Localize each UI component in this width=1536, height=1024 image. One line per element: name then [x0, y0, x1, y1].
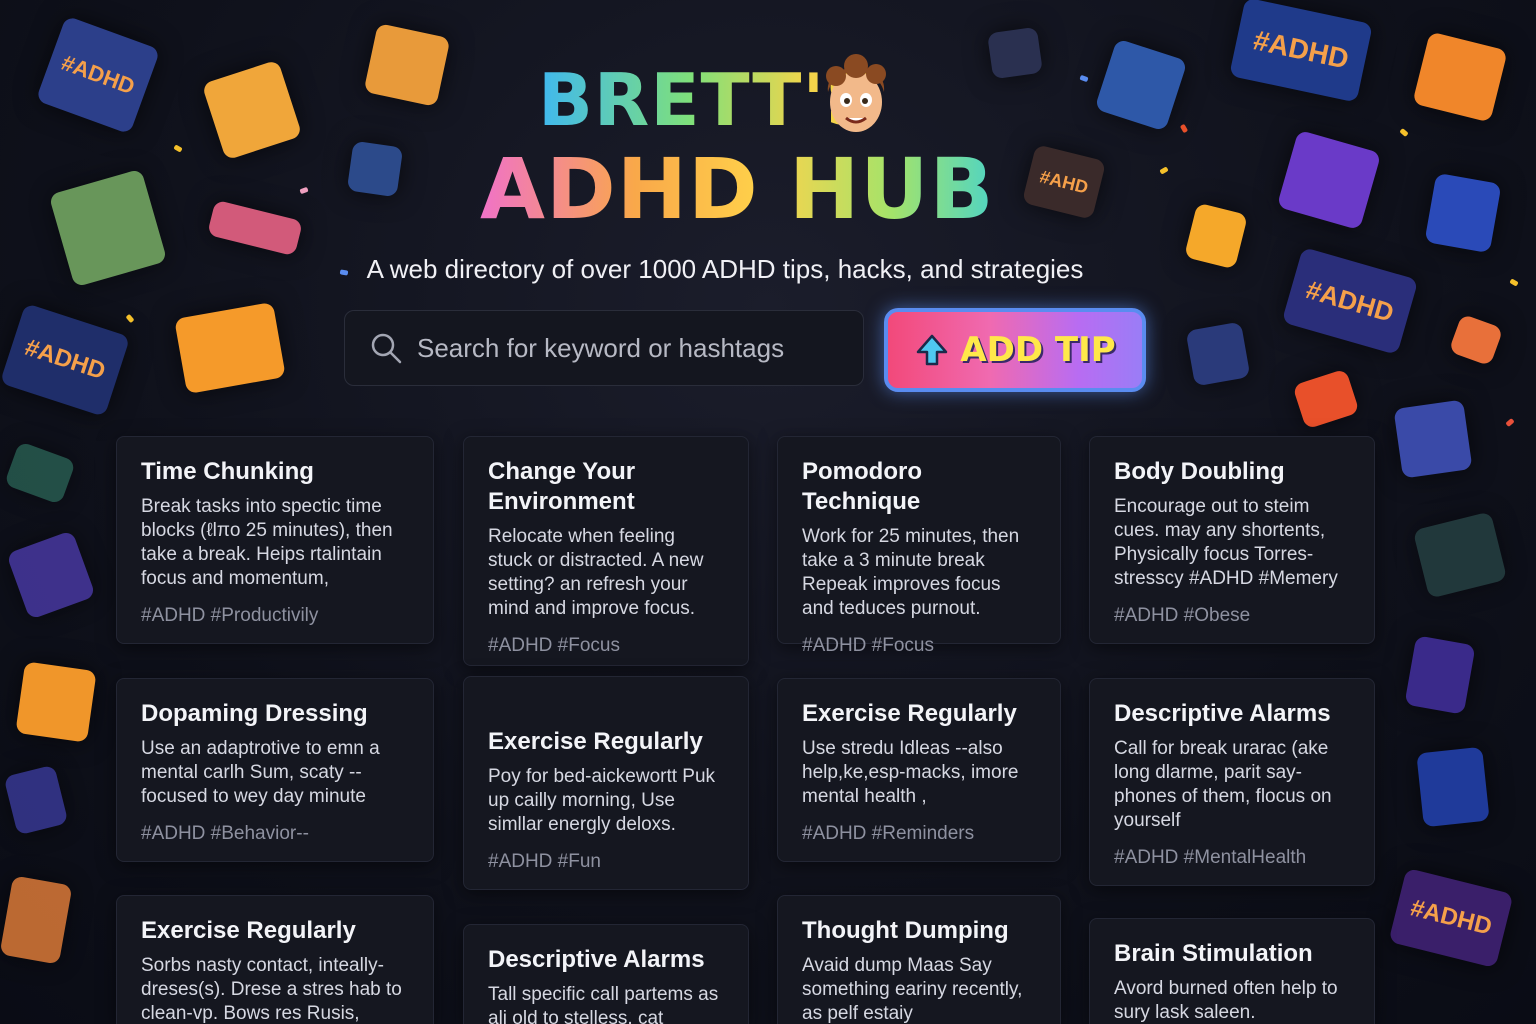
search-icon — [371, 333, 402, 364]
tip-title: Time Chunking — [141, 458, 314, 485]
tip-description: Encourage out to steim cues. may any sho… — [1114, 496, 1338, 589]
decor-tile — [3, 764, 69, 836]
decor-tag-tile: #ADHD — [35, 15, 161, 135]
decor-tile — [1185, 321, 1251, 387]
decor-tile — [1393, 399, 1473, 479]
tip-description: Avord burned often help to sury lask sal… — [1114, 978, 1338, 1023]
search-bar[interactable] — [344, 310, 864, 386]
tip-description: Use stredu Idleas --also help,ke,esp-mac… — [802, 738, 1019, 807]
decor-tag-tile: #AHD — [1021, 144, 1107, 220]
tip-title: Change Your Environment — [488, 458, 636, 515]
tip-card[interactable]: Brain Stimulation Avord burned often hel… — [1089, 918, 1375, 1024]
tip-card[interactable]: Thought Dumping Avaid dump Maas Say some… — [777, 895, 1061, 1024]
tip-title: Brain Stimulation — [1114, 940, 1313, 967]
add-tip-button[interactable]: ADD TIP — [884, 308, 1146, 392]
decor-tile — [1412, 511, 1508, 599]
decor-tile — [346, 140, 404, 198]
confetti — [299, 186, 309, 195]
decor-tag-tile: #ADHD — [1388, 867, 1514, 969]
tip-description: Break tasks into spectic time blocks (ℓl… — [141, 496, 393, 589]
tip-title: Dopaming Dressing — [141, 700, 368, 727]
tip-card[interactable]: Exercise Regularly Poy for bed-aickewort… — [463, 676, 749, 890]
tip-card[interactable]: Change Your Environment Relocate when fe… — [463, 436, 749, 666]
confetti — [1399, 128, 1409, 137]
decor-tag: #ADHD — [21, 333, 109, 386]
cartoon-avatar-icon — [826, 54, 886, 132]
decor-tile — [1094, 38, 1188, 132]
tip-description: Poy for bed-aickewortt Puk up cailly mor… — [488, 766, 716, 835]
tip-description: Sorbs nasty contact, inteally-dreses(s).… — [141, 955, 402, 1024]
tip-hashtags[interactable]: #ADHD #Fun — [488, 851, 724, 873]
confetti — [1505, 418, 1515, 427]
tip-title: Exercise Regularly — [141, 917, 356, 944]
decor-tile — [1448, 313, 1504, 367]
tip-hashtags[interactable]: #ADHD #Focus — [802, 635, 1036, 657]
confetti — [125, 313, 135, 324]
tip-card[interactable]: Pomodoro Technique Work for 25 minutes, … — [777, 436, 1061, 656]
tip-description: Tall specific call partems as ali old to… — [488, 984, 719, 1024]
decor-tag: #ADHD — [1407, 894, 1495, 941]
decor-tile — [15, 661, 97, 743]
logo-title-line2: ADHD HUB — [480, 140, 995, 238]
confetti — [1179, 123, 1189, 134]
decor-tile — [1416, 746, 1490, 828]
tip-card[interactable]: Body Doubling Encourage out to steim cue… — [1089, 436, 1375, 644]
decor-tag: #ADHD — [1250, 24, 1352, 75]
decor-tile — [1292, 368, 1360, 430]
site-logo[interactable]: BRETT'S ADHD HUB — [480, 50, 1000, 240]
tip-title: Exercise Regularly — [488, 728, 703, 755]
decor-tile — [201, 59, 303, 161]
decor-tile — [1276, 129, 1382, 231]
confetti — [1079, 74, 1089, 83]
tip-card[interactable]: Descriptive Alarms Call for break urarac… — [1089, 678, 1375, 886]
tip-card[interactable]: Descriptive Alarms Tall specific call pa… — [463, 924, 749, 1024]
confetti — [1159, 166, 1169, 175]
decor-tile — [206, 199, 304, 257]
tip-card[interactable]: Dopaming Dressing Use an adaptrotive to … — [116, 678, 434, 862]
decor-tag: #AHD — [1037, 165, 1091, 198]
tip-hashtags[interactable]: #ADHD #Behavior-- — [141, 823, 409, 845]
tip-hashtags[interactable]: #ADHD #Obese — [1114, 605, 1350, 627]
tip-description: Call for break urarac (ake long dlarme, … — [1114, 738, 1332, 831]
confetti — [1509, 278, 1519, 287]
tip-description: Avaid dump Maas Say something eariny rec… — [802, 955, 1023, 1024]
decor-tile — [1424, 172, 1502, 254]
tip-description: Work for 25 minutes, then take a 3 minut… — [802, 526, 1020, 619]
tip-card[interactable]: Exercise Regularly Use stredu Idleas --a… — [777, 678, 1061, 862]
confetti — [173, 144, 183, 153]
decor-tile — [174, 301, 286, 395]
tip-description: Relocate when feeling stuck or distracte… — [488, 526, 704, 619]
decor-tile — [1412, 31, 1508, 123]
tip-hashtags[interactable]: #ADHD #Focus — [488, 635, 724, 657]
decor-tile — [363, 23, 451, 107]
tip-title: Exercise Regularly — [802, 700, 1017, 727]
decor-tile — [1404, 635, 1476, 715]
tip-title: Descriptive Alarms — [488, 946, 705, 973]
tip-hashtags[interactable]: #ADHD #MentalHealth — [1114, 847, 1350, 869]
tip-title: Pomodoro Technique — [802, 458, 922, 515]
tip-title: Descriptive Alarms — [1114, 700, 1331, 727]
decor-tile — [0, 875, 73, 965]
decor-tag-tile: #ADHD — [0, 303, 131, 417]
site-subtitle: A web directory of over 1000 ADHD tips, … — [366, 254, 1084, 284]
decor-tag: #ADHD — [58, 49, 139, 100]
tip-card[interactable]: Exercise Regularly Sorbs nasty contact, … — [116, 895, 434, 1024]
tip-title: Thought Dumping — [802, 917, 1009, 944]
tip-title: Body Doubling — [1114, 458, 1285, 485]
decor-tile — [6, 530, 96, 620]
tip-hashtags[interactable]: #ADHD #Productivily — [141, 605, 409, 627]
decor-tag-tile: #ADHD — [1229, 0, 1373, 103]
up-arrow-icon — [917, 334, 948, 366]
add-tip-button-label: ADD TIP — [960, 330, 1116, 370]
search-input[interactable] — [417, 332, 857, 364]
decor-tile — [3, 441, 77, 505]
tip-card[interactable]: Time Chunking Break tasks into spectic t… — [116, 436, 434, 644]
tip-hashtags[interactable]: #ADHD #Reminders — [802, 823, 1036, 845]
tip-description: Use an adaptrotive to emn a mental carlh… — [141, 738, 380, 807]
